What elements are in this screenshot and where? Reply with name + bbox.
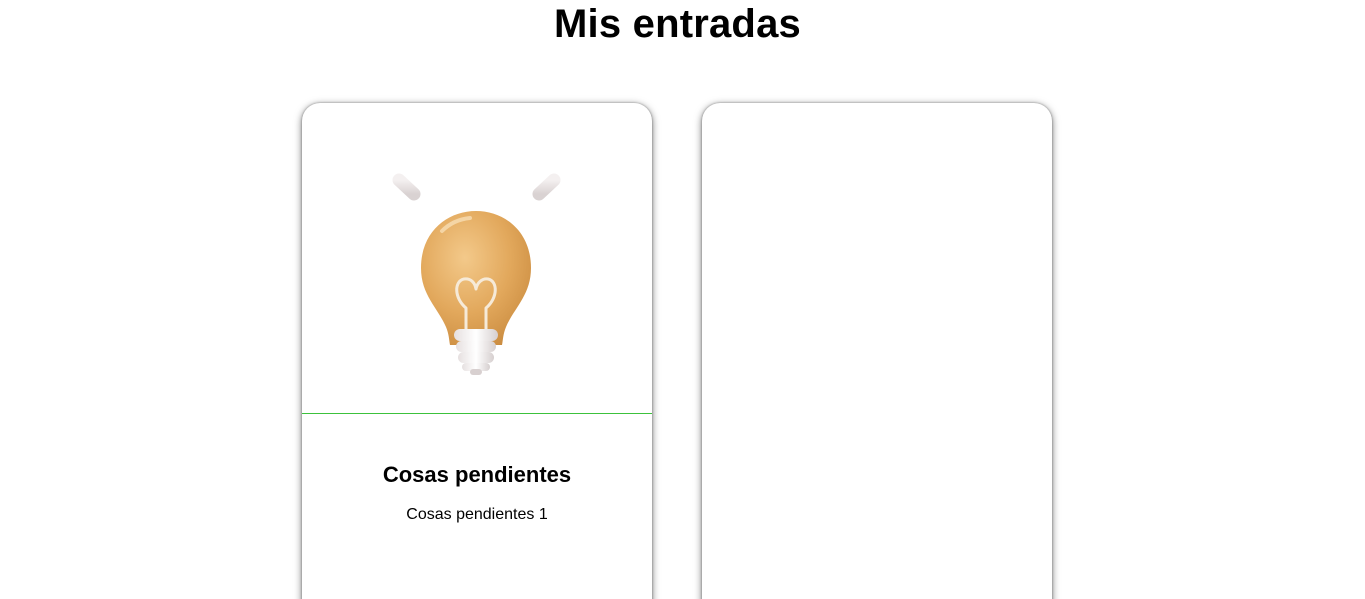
page: Mis entradas Cosas pendientes Cosas pend… bbox=[0, 0, 1365, 599]
entry-card-description: Cosas pendientes 1 bbox=[406, 506, 548, 523]
plus-icon[interactable] bbox=[799, 277, 955, 431]
add-entry-card[interactable] bbox=[702, 103, 1052, 599]
entry-card-image bbox=[302, 103, 652, 414]
entry-card-title: Cosas pendientes bbox=[382, 462, 572, 487]
lightbulb-icon bbox=[351, 142, 602, 375]
entry-card[interactable]: Cosas pendientes Cosas pendientes 1 bbox=[302, 103, 652, 599]
page-title: Mis entradas bbox=[554, 2, 801, 46]
